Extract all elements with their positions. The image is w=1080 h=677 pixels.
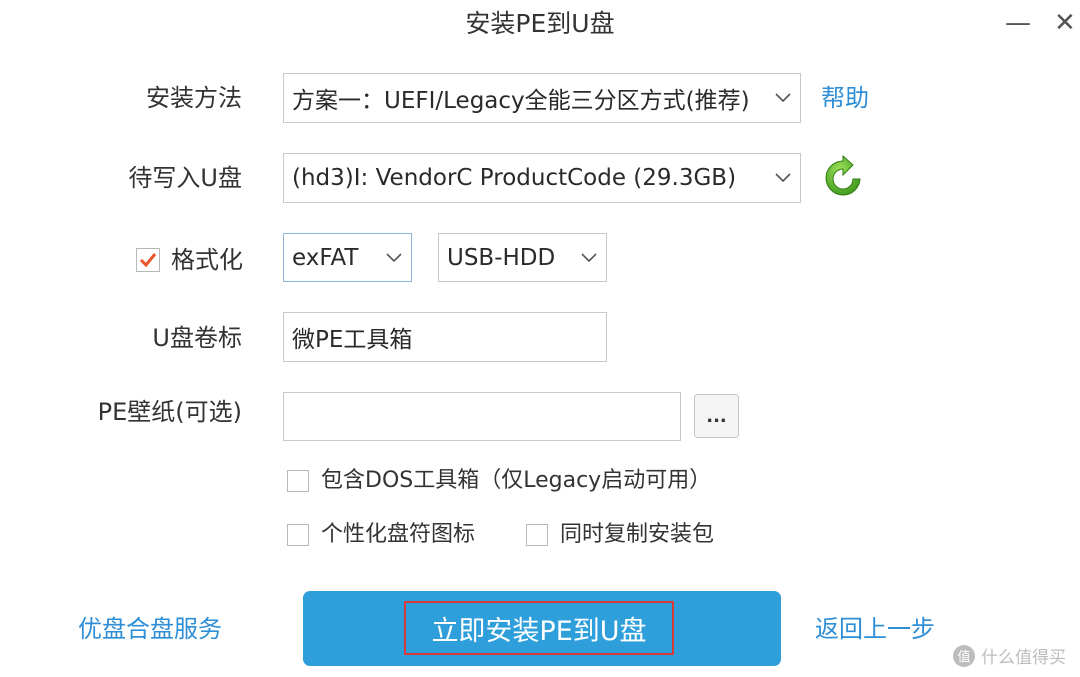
help-link[interactable]: 帮助 (821, 80, 869, 116)
boot-mode-value: USB-HDD (447, 244, 556, 271)
chevron-down-icon (766, 154, 800, 202)
watermark-badge: 值 (953, 644, 975, 667)
minimize-button[interactable]: — (1005, 8, 1031, 38)
chevron-down-icon (377, 234, 411, 281)
target-disk-label: 待写入U盘 (128, 164, 242, 192)
chevron-down-icon (572, 234, 606, 281)
copy-package-label: 同时复制安装包 (560, 522, 715, 547)
watermark: 值 什么值得买 (953, 643, 1066, 668)
boot-mode-select[interactable]: USB-HDD (438, 233, 607, 282)
dos-tools-label: 包含DOS工具箱（仅Legacy启动可用） (321, 468, 712, 493)
install-method-label: 安装方法 (146, 84, 242, 112)
install-method-select[interactable]: 方案一：UEFI/Legacy全能三分区方式(推荐) (283, 73, 801, 123)
window-title: 安装PE到U盘 (465, 9, 615, 38)
wallpaper-label: PE壁纸(可选) (97, 398, 242, 426)
back-link[interactable]: 返回上一步 (815, 611, 935, 647)
target-disk-value: (hd3)I: VendorC ProductCode (29.3GB) (292, 165, 737, 191)
refresh-icon[interactable] (820, 154, 866, 201)
install-button[interactable]: 立即安装PE到U盘 (303, 591, 781, 666)
volume-label-label: U盘卷标 (152, 324, 242, 352)
format-checkbox[interactable] (136, 248, 160, 272)
close-button[interactable]: ✕ (1054, 8, 1076, 38)
usb-merge-service-link[interactable]: 优盘合盘服务 (78, 611, 222, 647)
filesystem-value: exFAT (292, 244, 359, 271)
volume-label-input[interactable]: 微PE工具箱 (283, 312, 607, 362)
watermark-text: 什么值得买 (981, 648, 1066, 668)
wallpaper-input[interactable] (283, 392, 681, 441)
filesystem-select[interactable]: exFAT (283, 233, 412, 282)
custom-icon-checkbox[interactable] (287, 524, 309, 546)
chevron-down-icon (766, 74, 800, 122)
target-disk-select[interactable]: (hd3)I: VendorC ProductCode (29.3GB) (283, 153, 801, 203)
custom-icon-label: 个性化盘符图标 (321, 522, 476, 547)
copy-package-checkbox[interactable] (526, 524, 548, 546)
format-label: 格式化 (171, 246, 243, 274)
browse-button[interactable]: ... (694, 394, 739, 438)
dos-tools-checkbox[interactable] (287, 470, 309, 492)
volume-label-value: 微PE工具箱 (292, 327, 413, 353)
install-method-value: 方案一：UEFI/Legacy全能三分区方式(推荐) (292, 88, 750, 114)
install-button-label: 立即安装PE到U盘 (404, 601, 674, 655)
